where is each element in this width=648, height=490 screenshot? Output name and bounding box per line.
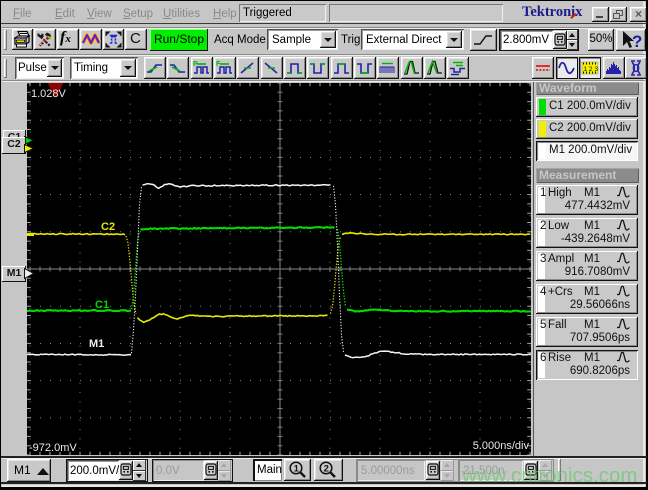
svg-text:-972.0mV: -972.0mV <box>29 442 77 454</box>
svg-text:2: 2 <box>324 464 329 475</box>
svg-text:C1: C1 <box>95 299 109 311</box>
svg-text:M1: M1 <box>89 338 104 350</box>
svg-text:1 2 3: 1 2 3 <box>584 66 599 73</box>
svg-text:?: ? <box>632 32 642 50</box>
svg-text:C2: C2 <box>101 221 115 233</box>
svg-text:5.000ns/div: 5.000ns/div <box>473 440 530 452</box>
svg-text:1: 1 <box>294 464 300 475</box>
svg-text:1.028V: 1.028V <box>31 88 67 100</box>
